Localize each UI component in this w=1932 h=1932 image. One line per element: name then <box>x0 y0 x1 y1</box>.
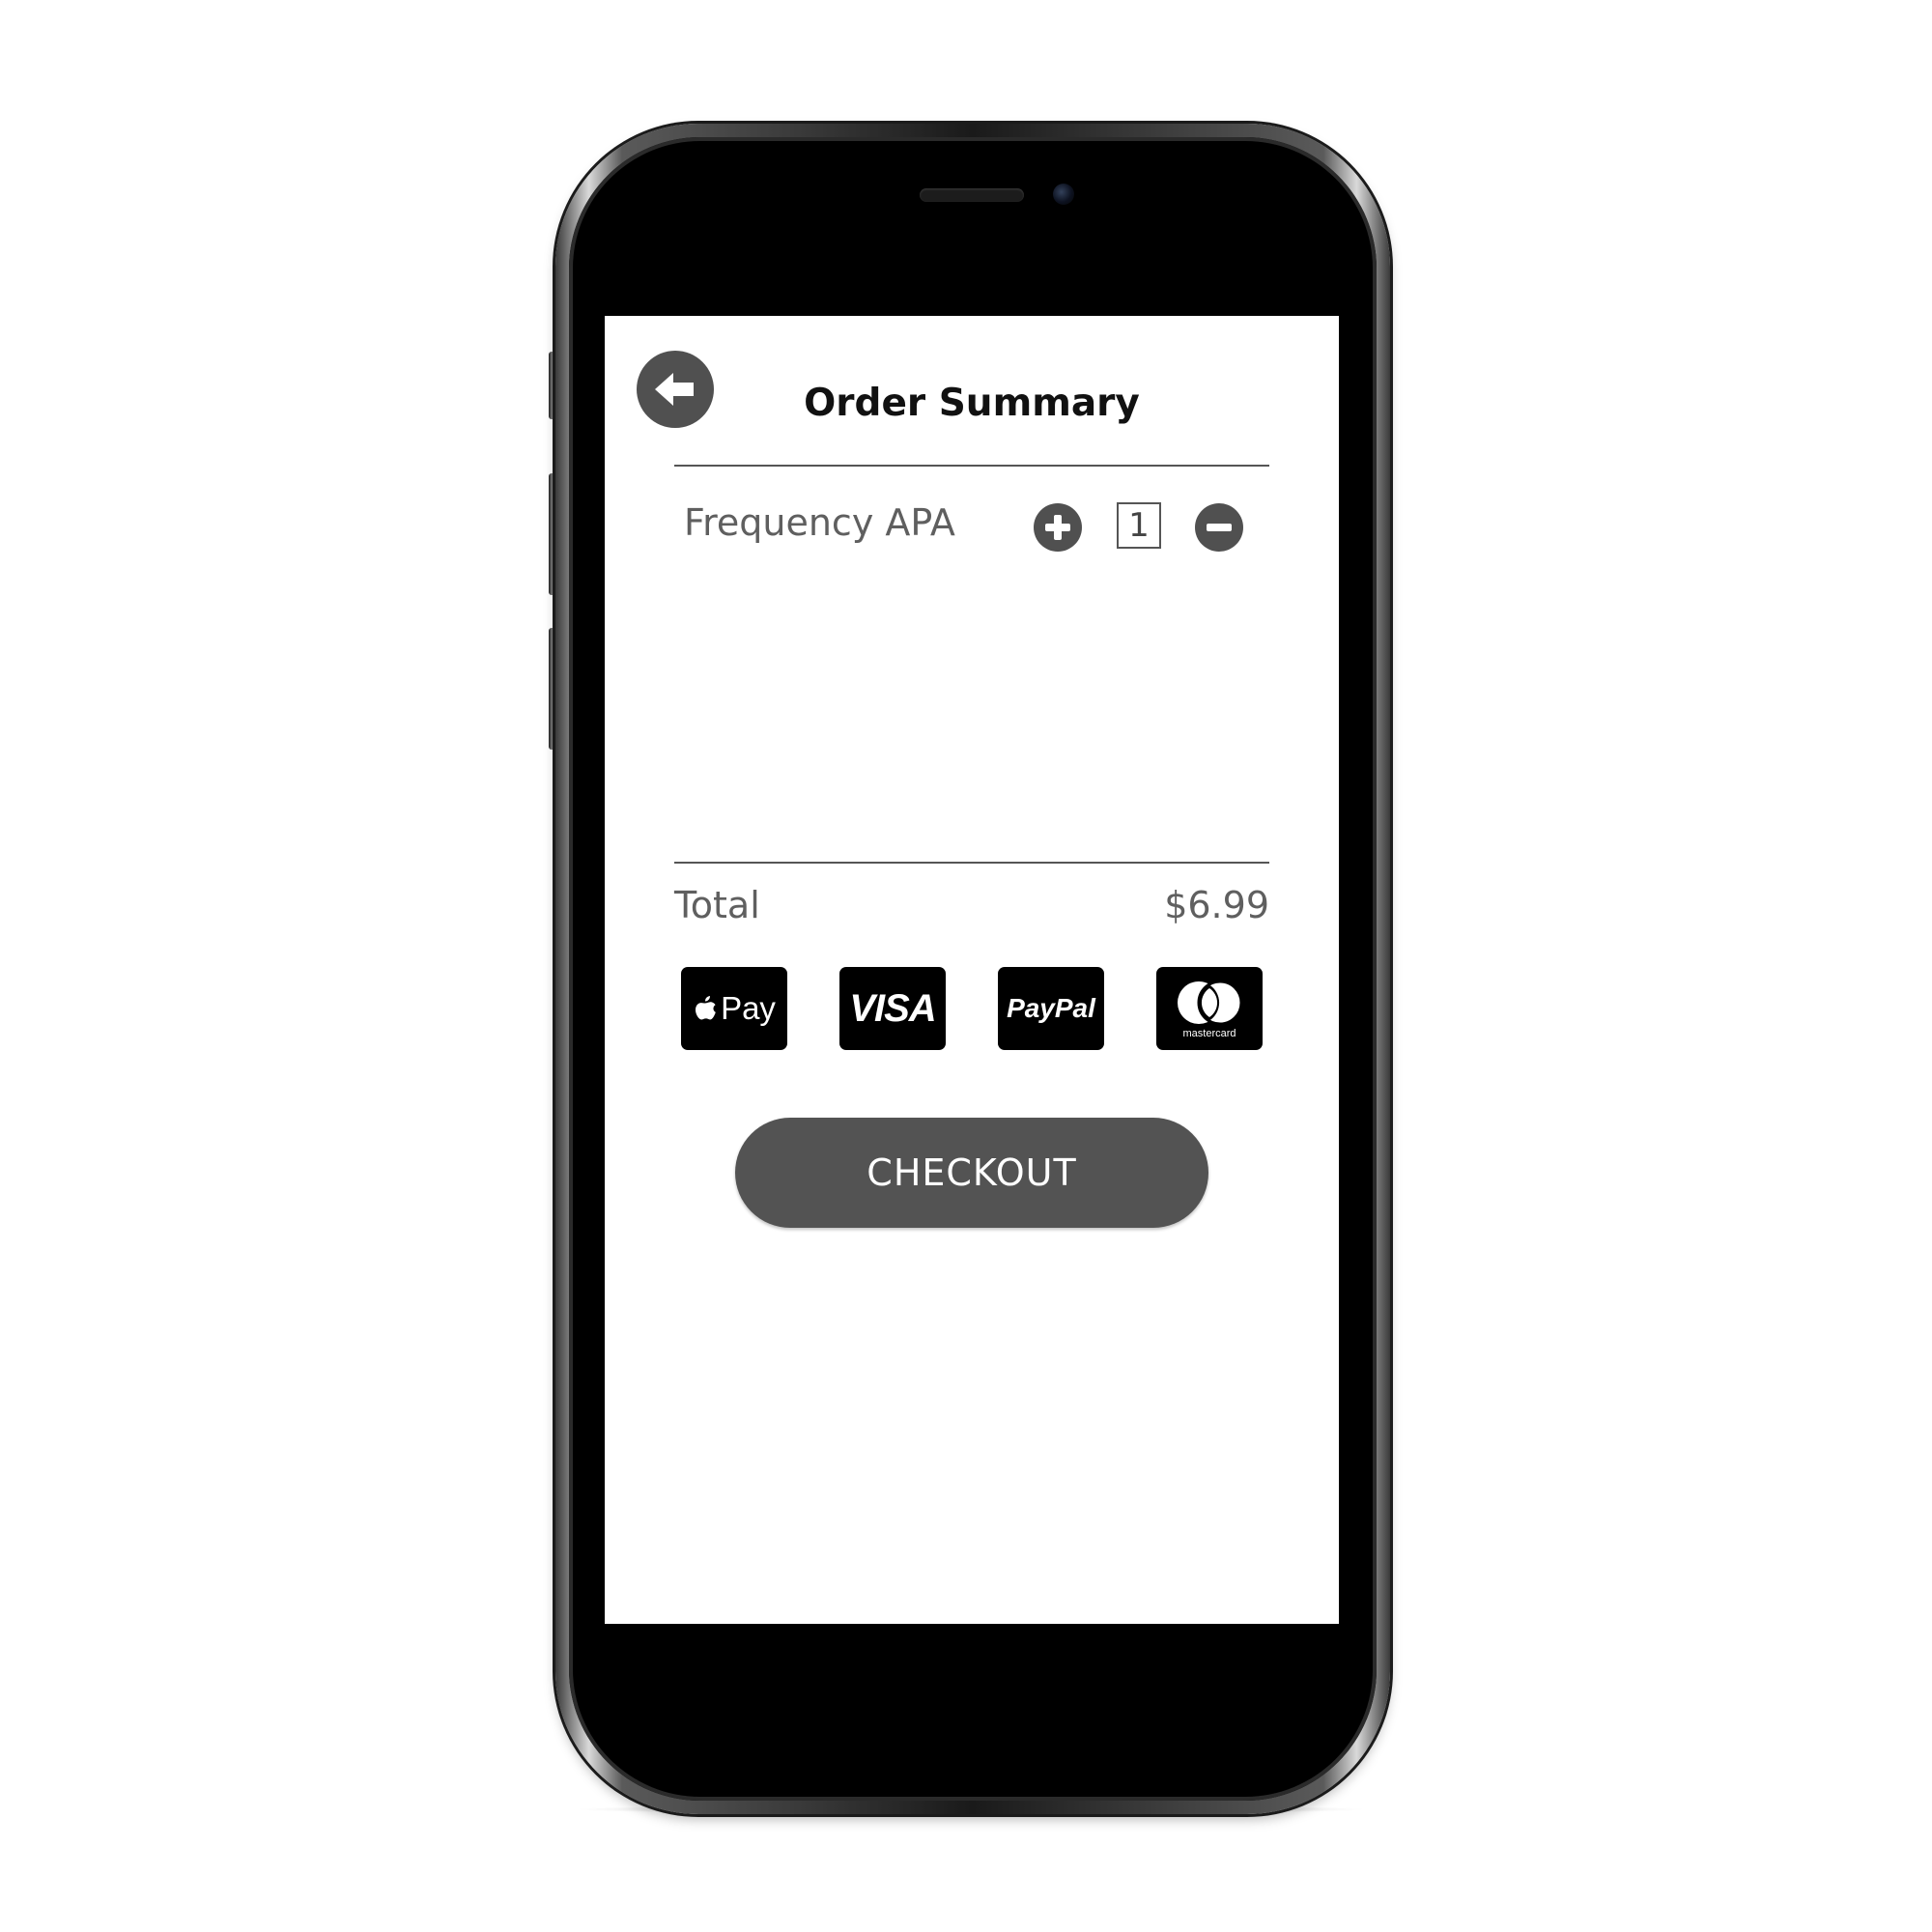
quantity-field[interactable]: 1 <box>1117 502 1161 549</box>
item-name: Frequency APA <box>684 501 955 544</box>
arrow-left-icon <box>655 373 694 406</box>
earpiece-speaker <box>920 188 1024 202</box>
mastercard-option[interactable]: mastercard <box>1156 967 1263 1050</box>
plus-icon <box>1045 515 1070 540</box>
total-label: Total <box>674 884 760 926</box>
mastercard-circles-icon <box>1178 980 1243 1025</box>
device-mockup: Order Summary Frequency APA 1 Total $6.9… <box>0 0 1932 1932</box>
app-screen: Order Summary Frequency APA 1 Total $6.9… <box>605 316 1339 1624</box>
front-camera <box>1053 184 1074 205</box>
paypal-option[interactable]: PayPal <box>998 967 1104 1050</box>
checkout-button[interactable]: CHECKOUT <box>735 1118 1208 1228</box>
divider-bottom <box>674 862 1269 864</box>
minus-icon <box>1207 524 1232 531</box>
total-value: $6.99 <box>1164 884 1269 926</box>
paypal-logo-text: PayPal <box>1007 993 1095 1023</box>
apple-icon <box>696 996 716 1020</box>
divider-top <box>674 465 1269 467</box>
apple-pay-logo-text: Pay <box>721 990 776 1026</box>
visa-logo-text: VISA <box>849 986 936 1030</box>
visa-option[interactable]: VISA <box>839 967 946 1050</box>
back-button[interactable] <box>637 351 714 428</box>
page-title: Order Summary <box>804 382 1140 425</box>
increase-quantity-button[interactable] <box>1034 503 1082 552</box>
apple-pay-option[interactable]: Pay <box>681 967 787 1050</box>
mastercard-logo-text: mastercard <box>1182 1027 1236 1039</box>
decrease-quantity-button[interactable] <box>1195 503 1243 552</box>
